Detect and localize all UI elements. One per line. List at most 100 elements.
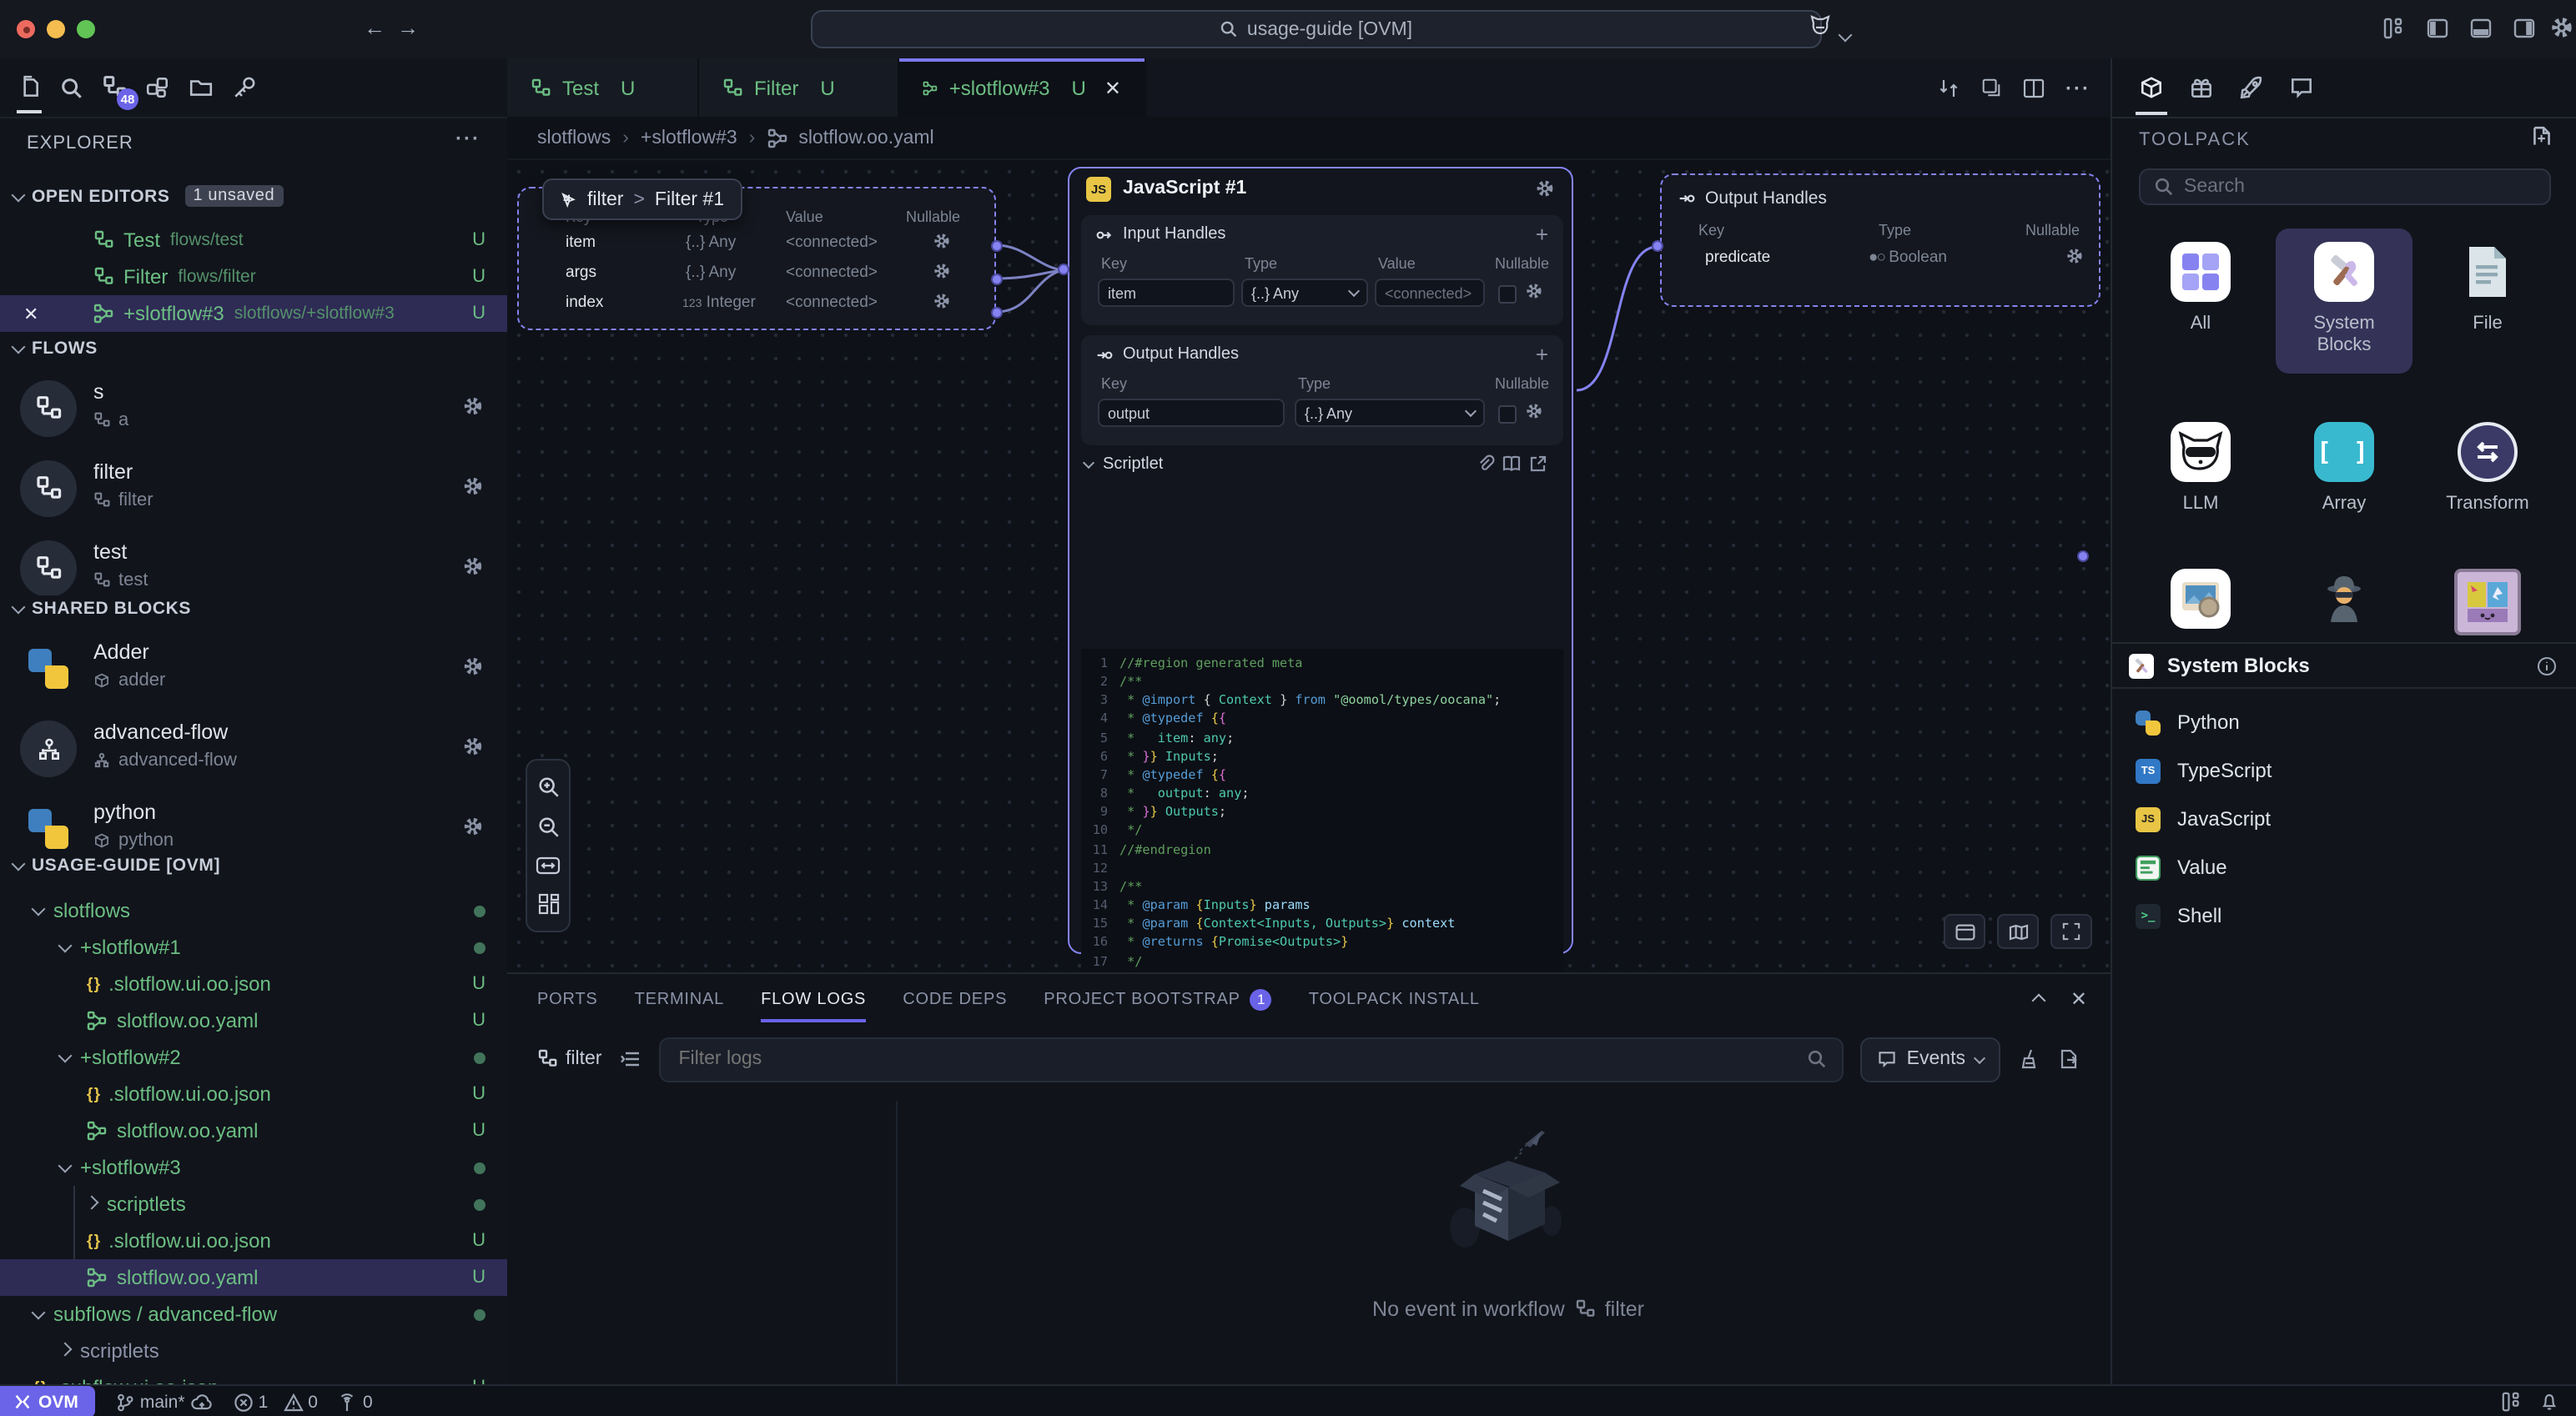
secrets-activity-icon[interactable]: [232, 75, 257, 100]
tree-item-slotflow3[interactable]: +slotflow#3: [0, 1149, 507, 1186]
flow-gear-icon[interactable]: [462, 395, 484, 417]
tree-item-json2[interactable]: { }.slotflow.ui.oo.jsonU: [0, 1076, 507, 1112]
row-gear-icon[interactable]: [933, 292, 951, 310]
toolpack-search[interactable]: Search: [2139, 168, 2551, 205]
close-traffic-light[interactable]: [17, 20, 35, 38]
llm-selector[interactable]: [1809, 13, 1837, 38]
category-file[interactable]: File: [2419, 242, 2556, 335]
tab-project-bootstrap[interactable]: PROJECT BOOTSTRAP1: [1044, 974, 1272, 1024]
log-search-input[interactable]: [675, 1047, 1806, 1071]
input-type-select[interactable]: {..} Any: [1241, 279, 1368, 307]
flow-item-s[interactable]: s a: [0, 375, 507, 449]
toggle-bottom-panel-icon[interactable]: [2469, 17, 2493, 40]
chevron-down-icon[interactable]: [1840, 22, 1850, 45]
block-python[interactable]: Python: [2112, 700, 2576, 744]
panel-close-icon[interactable]: ✕: [2070, 987, 2087, 1011]
toolpack-tab-icon[interactable]: [2139, 75, 2164, 100]
tab-slotflow3-active[interactable]: +slotflow#3 U ✕: [899, 58, 1146, 117]
category-comic[interactable]: [2419, 569, 2556, 635]
tree-item-scriptlets[interactable]: scriptlets: [0, 1186, 507, 1223]
flow-output-node[interactable]: Output Handles Key Type Nullable predica…: [1660, 173, 2101, 307]
output-type-select[interactable]: {..} Any: [1295, 399, 1485, 427]
explorer-activity-icon[interactable]: [17, 75, 42, 100]
search-activity-icon[interactable]: [60, 76, 83, 99]
scriptlet-header[interactable]: Scriptlet: [1084, 455, 1163, 474]
events-dropdown[interactable]: Events: [1860, 1037, 2000, 1082]
tab-filter[interactable]: Filter U: [699, 58, 899, 117]
add-input-handle-icon[interactable]: +: [1536, 222, 1548, 247]
category-system-blocks[interactable]: System Blocks: [2276, 228, 2412, 374]
handle-gear-icon[interactable]: [1525, 282, 1543, 300]
ovm-badge[interactable]: OVM: [0, 1386, 95, 1416]
row-gear-icon[interactable]: [933, 262, 951, 280]
tree-item-subflows[interactable]: subflows / advanced-flow: [0, 1296, 507, 1333]
gift-tab-icon[interactable]: [2189, 75, 2214, 100]
breadcrumb[interactable]: slotflows › +slotflow#3 › slotflow.oo.ya…: [507, 117, 2111, 160]
output-handle-item[interactable]: [991, 240, 1003, 252]
explorer-more-icon[interactable]: ···: [455, 127, 480, 150]
more-actions-icon[interactable]: ···: [2065, 76, 2090, 99]
block-gear-icon[interactable]: [462, 736, 484, 757]
layout-status-icon[interactable]: [2501, 1391, 2523, 1413]
nullable-checkbox[interactable]: [1498, 405, 1517, 424]
row-gear-icon[interactable]: [2065, 247, 2084, 265]
row-gear-icon[interactable]: [933, 232, 951, 250]
category-transform[interactable]: Transform: [2419, 422, 2556, 515]
input-key-field[interactable]: [1098, 279, 1235, 307]
log-options-icon[interactable]: [618, 1047, 641, 1071]
tree-item-slotflows[interactable]: slotflows: [0, 892, 507, 929]
flow-filter-chip[interactable]: filter: [537, 1049, 601, 1069]
tree-item-json1[interactable]: { }.slotflow.ui.oo.jsonU: [0, 966, 507, 1002]
workspace-search-bar[interactable]: usage-guide [OVM]: [811, 10, 1822, 48]
add-toolpack-icon[interactable]: [2529, 125, 2554, 150]
output-node-input-handle[interactable]: [1652, 240, 1663, 252]
tab-flow-logs[interactable]: FLOW LOGS: [761, 974, 866, 1024]
tab-terminal[interactable]: TERMINAL: [635, 974, 725, 1024]
shared-blocks-header[interactable]: SHARED BLOCKS: [13, 599, 191, 619]
js-node-header[interactable]: JS JavaScript #1: [1069, 168, 1572, 208]
nav-forward-icon[interactable]: →: [397, 15, 419, 40]
category-llm[interactable]: LLM: [2132, 422, 2269, 515]
category-spy[interactable]: [2276, 569, 2412, 629]
tab-close-icon[interactable]: ✕: [1104, 76, 1121, 99]
shared-item-python[interactable]: python python: [0, 796, 507, 852]
js-output-handle[interactable]: [2077, 550, 2089, 562]
open-editor-filter[interactable]: Filter flows/filter U: [0, 259, 507, 295]
maximize-traffic-light[interactable]: [77, 20, 95, 38]
auto-layout-icon[interactable]: [536, 892, 560, 916]
flow-item-test[interactable]: test test: [0, 535, 507, 595]
code-editor[interactable]: 1//#region generated meta2/**3 * @import…: [1081, 649, 1563, 972]
breadcrumb-part[interactable]: +slotflow#3: [641, 128, 737, 148]
notifications-bell-icon[interactable]: [2539, 1391, 2559, 1413]
toggle-left-panel-icon[interactable]: [2426, 17, 2449, 40]
category-all[interactable]: All: [2132, 242, 2269, 335]
split-editor-icon[interactable]: [2022, 76, 2045, 99]
tree-item-scriptlets2[interactable]: scriptlets: [0, 1333, 507, 1369]
copy-icon[interactable]: [1980, 77, 2002, 98]
attach-icon[interactable]: [1475, 454, 1495, 474]
tree-item-yaml2[interactable]: slotflow.oo.yamlU: [0, 1112, 507, 1149]
log-panel-divider[interactable]: [896, 1101, 898, 1386]
open-editor-slotflow3[interactable]: ✕ +slotflow#3 slotflows/+slotflow#3 U: [0, 295, 507, 332]
block-gear-icon[interactable]: [462, 816, 484, 837]
workspace-header[interactable]: USAGE-GUIDE [OVM]: [13, 856, 220, 876]
flow-item-filter[interactable]: filter filter: [0, 455, 507, 529]
block-value[interactable]: Value: [2112, 846, 2576, 889]
chat-tab-icon[interactable]: [2289, 75, 2314, 100]
block-typescript[interactable]: TS TypeScript: [2112, 749, 2576, 792]
shared-item-advanced-flow[interactable]: advanced-flow advanced-flow: [0, 716, 507, 789]
output-handle-index[interactable]: [991, 307, 1003, 319]
compare-icon[interactable]: [1937, 76, 1960, 99]
tab-toolpack-install[interactable]: TOOLPACK INSTALL: [1309, 974, 1480, 1024]
output-key-field[interactable]: [1098, 399, 1285, 427]
nav-back-icon[interactable]: ←: [364, 15, 385, 40]
clear-logs-icon[interactable]: [2017, 1047, 2040, 1071]
tree-item-json3[interactable]: { }.slotflow.ui.oo.jsonU: [0, 1223, 507, 1259]
node-gear-icon[interactable]: [1535, 178, 1555, 198]
tree-item-yaml3-selected[interactable]: slotflow.oo.yamlU: [0, 1259, 507, 1296]
nullable-checkbox[interactable]: [1498, 285, 1517, 304]
tree-item-yaml1[interactable]: slotflow.oo.yamlU: [0, 1002, 507, 1039]
block-javascript[interactable]: JS JavaScript: [2112, 797, 2576, 841]
blocks-activity-icon[interactable]: [145, 75, 170, 100]
settings-gear-icon[interactable]: [2549, 15, 2574, 40]
